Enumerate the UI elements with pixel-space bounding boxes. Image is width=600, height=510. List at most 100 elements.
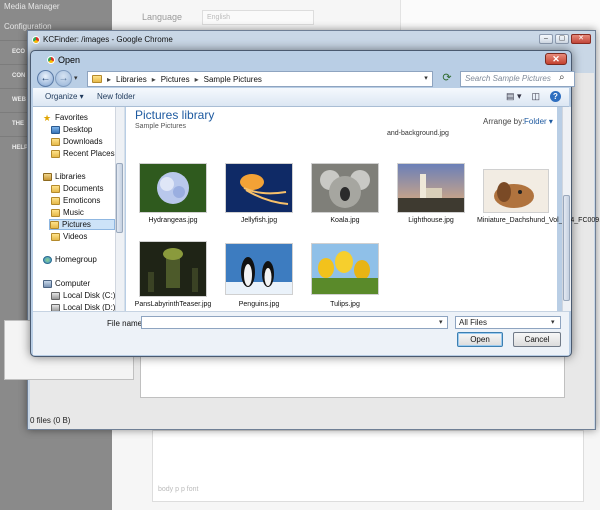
breadcrumb-pictures[interactable]: Pictures — [161, 75, 190, 84]
documents-icon — [51, 184, 60, 193]
jellyfish-image — [226, 164, 292, 212]
new-folder-button[interactable]: New folder — [97, 92, 135, 101]
nav-music[interactable]: Music — [51, 207, 84, 218]
chrome-logo-icon — [32, 35, 40, 44]
thumbnail-jellyfish[interactable] — [225, 163, 293, 213]
nav-label: Computer — [55, 279, 91, 288]
editor-status-path: body p p font — [158, 486, 199, 493]
preview-pane-icon[interactable]: ◫ — [531, 91, 540, 102]
thumbnail-penguins[interactable] — [225, 243, 293, 295]
dialog-close-button[interactable]: ✕ — [545, 53, 567, 65]
breadcrumb-sample-pictures[interactable]: Sample Pictures — [204, 75, 262, 84]
file-name-tulips[interactable]: Tulips.jpg — [305, 301, 385, 308]
star-icon: ★ — [43, 112, 52, 123]
forward-arrow-icon[interactable]: → — [55, 70, 72, 87]
file-name-lighthouse[interactable]: Lighthouse.jpg — [391, 217, 471, 224]
nav-videos[interactable]: Videos — [51, 231, 87, 242]
file-name-jellyfish[interactable]: Jellyfish.jpg — [219, 217, 299, 224]
nav-libraries[interactable]: Libraries — [43, 171, 86, 182]
thumbnail-lighthouse[interactable] — [397, 163, 465, 213]
downloads-folder-icon — [51, 137, 60, 146]
breadcrumb-libraries[interactable]: Libraries — [116, 75, 147, 84]
file-name-penguins[interactable]: Penguins.jpg — [219, 301, 299, 308]
chrome-logo-icon — [47, 56, 55, 64]
videos-icon — [51, 232, 60, 241]
help-icon[interactable]: ? — [550, 91, 561, 102]
file-name-dropdown-icon[interactable]: ▾ — [439, 318, 443, 326]
minimize-icon[interactable]: – — [539, 34, 553, 44]
cms-sidebar-title: Media Manager — [4, 2, 60, 11]
panslabyrinth-image — [140, 242, 206, 296]
file-name-panslabyrinth[interactable]: PansLabyrinthTeaser.jpg — [133, 301, 213, 308]
nav-pictures[interactable]: Pictures — [49, 219, 115, 230]
kcfinder-status-bar: 0 files (0 B) — [30, 416, 71, 425]
nav-local-disk-d[interactable]: Local Disk (D:) — [51, 302, 115, 311]
file-name-hydrangeas[interactable]: Hydrangeas.jpg — [133, 217, 213, 224]
library-subtitle: Sample Pictures — [135, 123, 186, 130]
thumbnail-hydrangeas[interactable] — [139, 163, 207, 213]
nav-label: Documents — [63, 184, 104, 193]
search-input[interactable]: Search Sample Pictures — [460, 71, 575, 87]
nav-emoticons[interactable]: Emoticons — [51, 195, 100, 206]
emoticons-icon — [51, 196, 60, 205]
nav-label: Local Disk (C:) — [63, 291, 116, 300]
nav-computer[interactable]: Computer — [43, 278, 90, 289]
cancel-button[interactable]: Cancel — [513, 332, 561, 347]
koala-image — [312, 164, 378, 212]
file-name-koala[interactable]: Koala.jpg — [305, 217, 385, 224]
pictures-icon — [50, 220, 59, 229]
music-icon — [51, 208, 60, 217]
dialog-title: Open — [47, 55, 80, 65]
file-name-input[interactable] — [141, 316, 448, 329]
kcfinder-title-text: KCFinder: /images - Google Chrome — [43, 35, 173, 44]
open-button[interactable]: Open — [457, 332, 503, 347]
thumbnail-koala[interactable] — [311, 163, 379, 213]
content-scrollbar-thumb[interactable] — [563, 195, 570, 301]
close-icon[interactable]: ✕ — [571, 34, 591, 44]
nav-label: Pictures — [62, 220, 91, 229]
chevron-right-icon: ▸ — [107, 74, 112, 84]
open-file-dialog: Open ✕ ← → ▾ ▸ Libraries ▸ Pictures ▸ Sa… — [30, 50, 600, 357]
partially-visible-filename[interactable]: and-background.jpg — [387, 130, 449, 137]
dialog-toolbar: Organize ▾ New folder ▤ ▾ ◫ ? — [33, 88, 569, 107]
nav-homegroup[interactable]: Homegroup — [43, 254, 97, 265]
arrange-by-dropdown[interactable]: Folder ▾ — [524, 117, 553, 126]
back-arrow-icon[interactable]: ← — [37, 70, 54, 87]
address-dropdown-icon[interactable]: ▾ — [419, 71, 433, 87]
file-type-select[interactable]: All Files — [455, 316, 561, 329]
language-label: Language — [142, 12, 183, 22]
organize-menu[interactable]: Organize ▾ — [45, 92, 84, 101]
language-select[interactable]: English — [202, 10, 314, 25]
nav-desktop[interactable]: Desktop — [51, 124, 92, 135]
file-name-dachshund[interactable]: Miniature_Dachshund_Vol_124_FC009.jpg — [477, 217, 600, 225]
recent-pages-dropdown-icon[interactable]: ▾ — [74, 74, 78, 82]
nav-documents[interactable]: Documents — [51, 183, 103, 194]
chevron-right-icon: ▸ — [151, 74, 156, 84]
view-options-icon[interactable]: ▤ ▾ — [506, 91, 522, 102]
nav-label: Desktop — [63, 125, 93, 134]
dachshund-image — [484, 170, 548, 212]
search-icon[interactable]: ⌕ — [559, 72, 569, 83]
nav-favorites[interactable]: ★ Favorites — [43, 112, 88, 123]
maximize-icon[interactable]: ▢ — [555, 34, 569, 44]
rich-text-editor[interactable] — [152, 430, 584, 502]
nav-downloads[interactable]: Downloads — [51, 136, 103, 147]
recent-places-icon — [51, 149, 60, 158]
thumbnail-tulips[interactable] — [311, 243, 379, 295]
nav-local-disk-c[interactable]: Local Disk (C:) — [51, 290, 115, 301]
disk-icon — [51, 291, 60, 300]
lighthouse-image — [398, 164, 464, 212]
nav-label: Emoticons — [63, 196, 101, 205]
kcfinder-window-title: KCFinder: /images - Google Chrome — [32, 35, 173, 44]
nav-scrollbar-thumb[interactable] — [116, 163, 123, 233]
refresh-icon[interactable]: ⟳ — [438, 71, 456, 87]
address-bar[interactable]: ▸ Libraries ▸ Pictures ▸ Sample Pictures — [87, 71, 433, 87]
nav-label: Music — [63, 208, 84, 217]
thumbnail-panslabyrinth[interactable] — [139, 241, 207, 297]
nav-recent-places[interactable]: Recent Places — [51, 148, 115, 159]
library-icon — [43, 172, 52, 181]
file-type-dropdown-icon[interactable]: ▾ — [551, 318, 555, 326]
nav-label: Homegroup — [55, 255, 97, 264]
thumbnail-dachshund[interactable] — [483, 169, 549, 213]
nav-label: Local Disk (D:) — [63, 303, 116, 311]
